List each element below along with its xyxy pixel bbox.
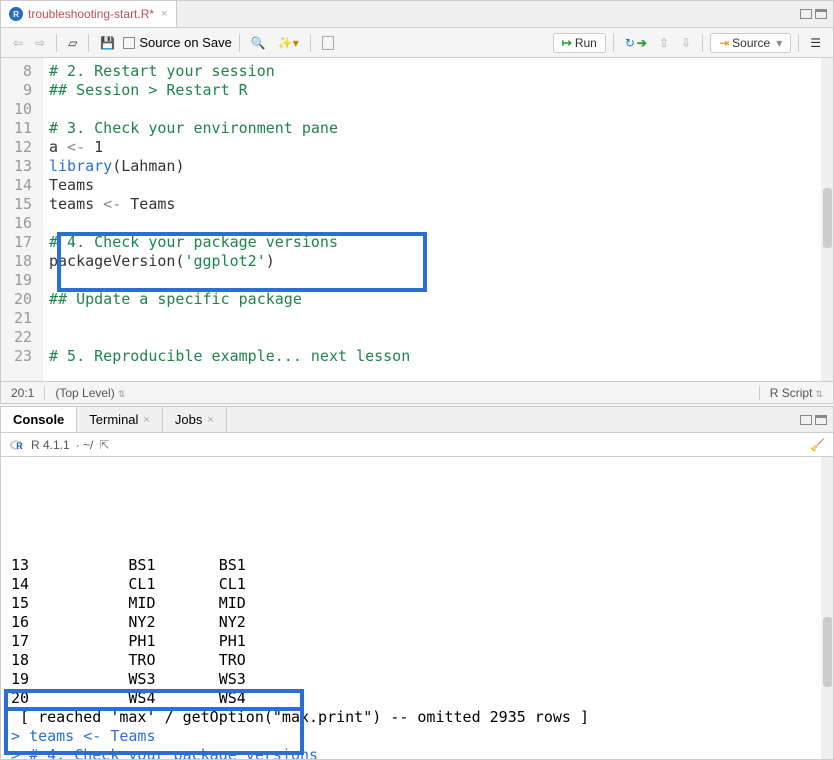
code-editor[interactable]: 891011121314151617181920212223 # 2. Rest… — [1, 58, 833, 381]
close-icon[interactable]: × — [161, 8, 167, 20]
tab-console[interactable]: Console — [1, 407, 77, 432]
pane-controls — [794, 1, 833, 27]
close-icon[interactable]: × — [207, 414, 213, 426]
lang-selector[interactable]: R Script⇅ — [759, 386, 833, 400]
separator — [56, 34, 57, 52]
working-dir: · ~/ — [76, 438, 94, 452]
minimize-icon[interactable] — [800, 415, 812, 425]
report-button[interactable] — [318, 34, 338, 52]
source-on-save-checkbox[interactable] — [123, 37, 135, 49]
maximize-icon[interactable] — [815, 415, 827, 425]
minimize-icon[interactable] — [800, 9, 812, 19]
console-tab-bar: Console Terminal× Jobs× — [1, 407, 833, 433]
source-button[interactable]: ⇥Source▾ — [710, 33, 791, 53]
source-on-save-label: Source on Save — [139, 35, 232, 50]
source-pane: R troubleshooting-start.R* × ⇦ ⇨ ▱ 💾 Sou… — [0, 0, 834, 404]
down-button[interactable]: ⇩ — [677, 34, 695, 52]
tab-jobs[interactable]: Jobs× — [163, 407, 227, 432]
source-toolbar: ⇦ ⇨ ▱ 💾 Source on Save 🔍 ✨▾ ↦Run ↻➔ ⇧ ⇩ … — [1, 28, 833, 58]
separator — [702, 34, 703, 52]
separator — [88, 34, 89, 52]
svg-text:R: R — [16, 441, 23, 451]
scope-selector[interactable]: (Top Level)⇅ — [44, 386, 758, 400]
back-button[interactable]: ⇦ — [9, 34, 27, 52]
wand-button[interactable]: ✨▾ — [274, 34, 303, 52]
r-logo-icon: R — [9, 438, 25, 452]
scrollbar-thumb[interactable] — [823, 188, 832, 248]
console-pane: Console Terminal× Jobs× R R 4.1.1 · ~/ ⇱… — [0, 406, 834, 760]
separator — [310, 34, 311, 52]
rerun-button[interactable]: ↻➔ — [621, 34, 651, 52]
scrollbar-thumb[interactable] — [823, 617, 832, 687]
r-version: R 4.1.1 — [31, 438, 70, 452]
file-tab[interactable]: R troubleshooting-start.R* × — [1, 1, 177, 27]
console-header: R R 4.1.1 · ~/ ⇱ 🧹 — [1, 433, 833, 457]
file-tab-bar: R troubleshooting-start.R* × — [1, 1, 833, 28]
code-body[interactable]: # 2. Restart your session## Session > Re… — [43, 58, 833, 381]
cursor-position: 20:1 — [1, 386, 44, 400]
clear-console-icon[interactable]: 🧹 — [810, 438, 825, 452]
file-name: troubleshooting-start.R* — [28, 7, 154, 21]
run-button[interactable]: ↦Run — [553, 33, 606, 53]
up-button[interactable]: ⇧ — [655, 34, 673, 52]
console-output[interactable]: 13 BS1 BS114 CL1 CL115 MID MID16 NY2 NY2… — [1, 457, 833, 759]
find-button[interactable]: 🔍 — [247, 34, 270, 52]
separator — [239, 34, 240, 52]
r-file-icon: R — [9, 7, 23, 21]
separator — [798, 34, 799, 52]
show-in-new-button[interactable]: ▱ — [64, 34, 81, 52]
scrollbar[interactable] — [821, 58, 833, 381]
tab-terminal[interactable]: Terminal× — [77, 407, 163, 432]
outline-button[interactable]: ☰ — [806, 34, 825, 52]
line-gutter: 891011121314151617181920212223 — [1, 58, 43, 381]
status-bar: 20:1 (Top Level)⇅ R Script⇅ — [1, 381, 833, 403]
pane-controls — [794, 407, 833, 432]
close-icon[interactable]: × — [143, 414, 149, 426]
separator — [613, 34, 614, 52]
forward-button[interactable]: ⇨ — [31, 34, 49, 52]
popout-icon[interactable]: ⇱ — [99, 438, 109, 452]
maximize-icon[interactable] — [815, 9, 827, 19]
scrollbar[interactable] — [821, 457, 833, 759]
save-button[interactable]: 💾 — [96, 34, 119, 52]
